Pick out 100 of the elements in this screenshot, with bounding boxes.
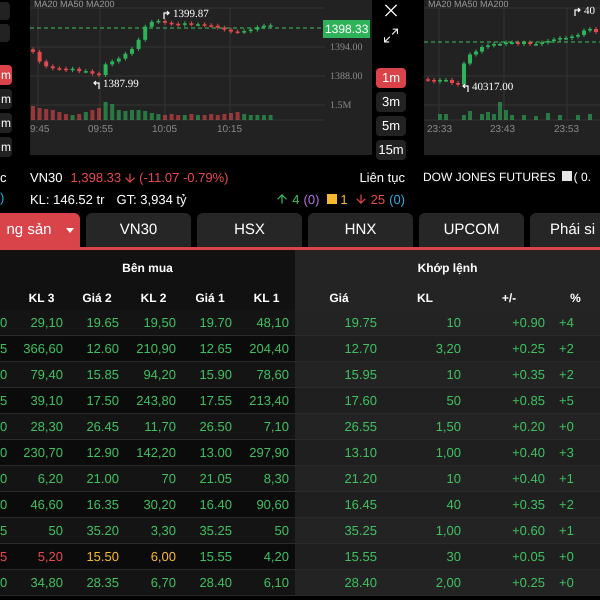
table-cell-text: 13.10 (344, 444, 377, 462)
table-cell-text: +1 (559, 470, 574, 488)
table-cell-text: 21.05 (199, 470, 232, 488)
column-header: +/- (502, 290, 516, 307)
market-tab[interactable]: UPCOM (419, 213, 524, 247)
table-cell-text: 19.70 (199, 314, 232, 332)
timeframe-button[interactable]: 3m (376, 92, 406, 112)
low-price-label: 40317.00 (472, 80, 514, 95)
table-cell-text: +0.25 (512, 574, 545, 592)
volume-text: KL: 146.52 tr (30, 190, 104, 208)
index-change: (-11.07 -0.79%) (139, 169, 228, 187)
table-cell-text: 35.20 (86, 522, 119, 540)
timeframe-button[interactable]: 15m (376, 140, 406, 160)
table-cell-text: 26.55 (344, 418, 377, 436)
table-cell-text: 28.40 (199, 574, 232, 592)
table-cell-text: 34,80 (30, 574, 63, 592)
time-label: 23:53 (554, 123, 580, 137)
indicator-legend: MA20 MA50 MA200 (34, 0, 115, 12)
table-cell-text: 230,70 (23, 444, 63, 462)
table-cell-text: 29,10 (30, 314, 63, 332)
table-cell-text: 19.75 (344, 314, 377, 332)
column-header: KL 3 (28, 290, 54, 307)
table-cell-text: 12.60 (86, 340, 119, 358)
table-cell-text: 3,20 (436, 340, 461, 358)
table-cell-text: 94,20 (143, 366, 176, 384)
table-cell-text: 10 (446, 366, 461, 384)
table-cell-text: 78,60 (256, 366, 289, 384)
table-cell-text: +0.35 (512, 496, 545, 514)
timeframe-button[interactable]: m (0, 113, 12, 133)
time-label: 09:55 (88, 123, 114, 137)
table-cell-text: 21.20 (344, 470, 377, 488)
column-header: Giá 1 (195, 290, 225, 307)
table-cell-text: 13.00 (199, 444, 232, 462)
table-cell-text: 39,10 (30, 392, 63, 410)
table-cell-text: 5 (0, 340, 8, 358)
unchanged-count: 1 (340, 190, 348, 208)
table-cell-text: 15.90 (199, 366, 232, 384)
market-tab[interactable]: HSX (197, 213, 302, 247)
index-value: 1,398.33 (70, 169, 122, 187)
table-cell-text: 0 (0, 470, 8, 488)
table-cell-text: 16.35 (86, 496, 119, 514)
column-header: KL (417, 290, 433, 307)
table-cell-text: +0.40 (512, 470, 545, 488)
table-cell-text: +0 (559, 574, 574, 592)
time-label: 23:33 (427, 123, 452, 137)
table-cell-text: 26.45 (86, 418, 119, 436)
timeframe-button[interactable]: 1m (376, 68, 406, 88)
table-cell-text: 6,00 (150, 548, 176, 566)
high-price-label: 40 (584, 4, 595, 19)
table-cell-text: +3 (559, 444, 574, 462)
timeframe-button[interactable]: m (0, 65, 12, 85)
table-cell-text: 19.65 (86, 314, 119, 332)
table-cell-text: 16.45 (344, 496, 377, 514)
index-name: VN30 (30, 169, 63, 187)
table-cell-text: 0 (0, 444, 8, 462)
table-cell-text: 5 (0, 522, 8, 540)
index-change: ( 0. (574, 169, 592, 186)
table-cell-text: 5 (0, 392, 8, 410)
table-cell-text: 2,00 (436, 574, 461, 592)
table-cell-text: 1,00 (436, 522, 461, 540)
timeframe-button[interactable]: m (0, 89, 12, 109)
table-cell-text: 16.40 (199, 496, 232, 514)
column-header: KL 1 (254, 290, 280, 307)
table-cell-text: 10 (446, 470, 461, 488)
table-cell-text: 19,50 (143, 314, 176, 332)
table-cell-text: 40 (446, 496, 461, 514)
table-cell-text: 142,20 (136, 444, 176, 462)
status-text: c (0, 169, 8, 187)
table-cell-text: +5 (559, 392, 574, 410)
market-tab[interactable]: HNX (308, 213, 413, 247)
table-cell-text: 0 (0, 418, 8, 436)
advances-count: 4 (292, 190, 300, 208)
table-cell-text: 90,60 (256, 496, 289, 514)
table-cell-text: 21.00 (86, 470, 119, 488)
time-label: 23:43 (490, 123, 516, 137)
table-cell-text: 50 (274, 522, 289, 540)
table-cell-text: 17.50 (86, 392, 119, 410)
table-cell-text: +0.25 (512, 340, 545, 358)
table-cell-text: 50 (48, 522, 63, 540)
table-cell-text: 26.50 (199, 418, 232, 436)
market-tab[interactable]: Phái si (530, 213, 600, 247)
table-cell-text: 35.25 (344, 522, 377, 540)
timeframe-button[interactable]: 5m (376, 116, 406, 136)
table-cell-text: 30,20 (143, 496, 176, 514)
count-text: ) (0, 188, 6, 207)
market-tab[interactable]: VN30 (86, 213, 191, 247)
table-cell-text: 297,90 (249, 444, 289, 462)
time-label: 10:15 (217, 123, 242, 137)
market-tab[interactable]: ng sản (0, 213, 80, 247)
high-price-label: 1399.87 (173, 7, 209, 22)
table-cell-text: +2 (559, 366, 574, 384)
low-price-label: 1387.99 (103, 77, 139, 92)
column-header: % (570, 290, 581, 307)
timeframe-button[interactable]: m (0, 137, 12, 157)
table-cell-text: 48,10 (256, 314, 289, 332)
table-cell-text: +1 (559, 522, 574, 540)
table-cell-text: 243,80 (136, 392, 176, 410)
table-cell-text: 15.55 (199, 548, 232, 566)
table-cell-text: 1,00 (436, 444, 461, 462)
table-cell-text: 0 (0, 574, 8, 592)
